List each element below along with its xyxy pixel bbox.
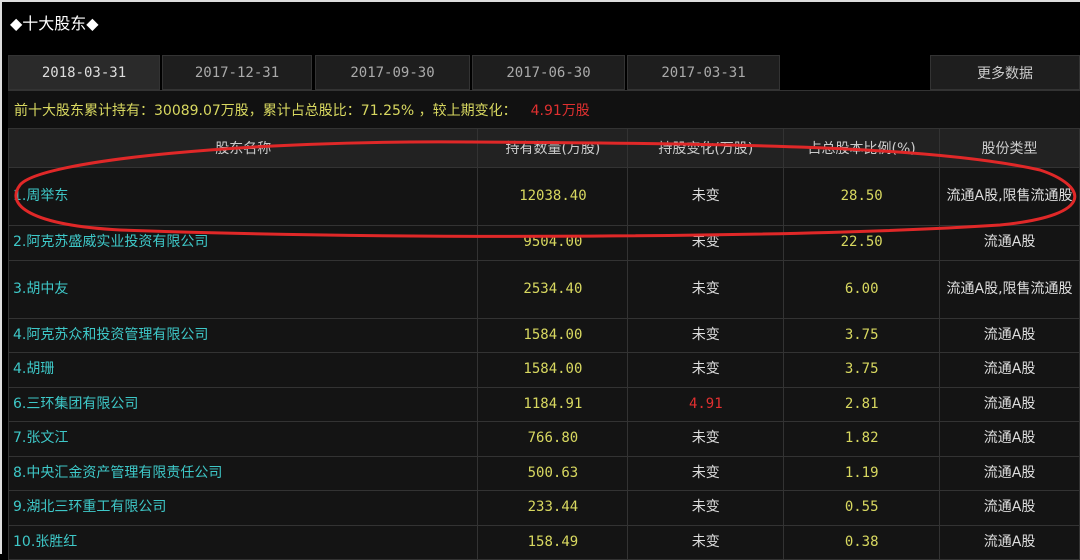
table-header: 股东名称 持有数量(万股) 持股变化(万股) 占总股本比例(%) 股份类型 [7,128,1080,168]
table-row[interactable]: 9.湖北三环重工有限公司 233.44 未变 0.55 流通A股 [7,490,1080,526]
shareholder-name: 10.张胜红 [7,524,479,560]
tab-2017-12-31[interactable]: 2017-12-31 [162,55,312,90]
shareholder-name: 8.中央汇金资产管理有限责任公司 [7,455,479,491]
share-ratio: 3.75 [783,352,941,388]
col-type[interactable]: 股份类型 [939,128,1080,168]
table-row[interactable]: 8.中央汇金资产管理有限责任公司 500.63 未变 1.19 流通A股 [7,455,1080,491]
holding-change: 未变 [627,455,785,491]
col-holding[interactable]: 持有数量(万股) [477,128,629,168]
holding-change: 未变 [627,421,785,457]
share-ratio: 3.75 [783,317,941,353]
holding-change: 4.91 [627,386,785,422]
shareholder-name: 2.阿克苏盛威实业投资有限公司 [7,225,479,261]
share-type: 流通A股 [939,455,1080,491]
share-type: 流通A股 [939,386,1080,422]
share-type: 流通A股 [939,225,1080,261]
holding-change: 未变 [627,317,785,353]
more-data-button[interactable]: 更多数据 [930,55,1080,90]
tab-2017-09-30[interactable]: 2017-09-30 [315,55,470,90]
share-ratio: 28.50 [783,167,941,226]
table-row[interactable]: 2.阿克苏盛威实业投资有限公司 9504.00 未变 22.50 流通A股 [7,225,1080,261]
share-type: 流通A股,限售流通股 [939,259,1080,319]
col-name[interactable]: 股东名称 [7,128,479,168]
holding-amount: 12038.40 [477,167,629,226]
shareholders-table: 股东名称 持有数量(万股) 持股变化(万股) 占总股本比例(%) 股份类型 1.… [7,128,1080,560]
share-type: 流通A股,限售流通股 [939,167,1080,226]
share-type: 流通A股 [939,317,1080,353]
date-tabs: 2018-03-31 2017-12-31 2017-09-30 2017-06… [8,55,1080,90]
share-ratio: 22.50 [783,225,941,261]
share-ratio: 0.38 [783,524,941,560]
holding-amount: 1184.91 [477,386,629,422]
table-row[interactable]: 10.张胜红 158.49 未变 0.38 流通A股 [7,524,1080,560]
shareholder-name: 7.张文江 [7,421,479,457]
panel-title: ◆十大股东◆ [10,14,99,33]
holding-change: 未变 [627,225,785,261]
shareholder-name: 1.周举东 [7,167,479,226]
share-type: 流通A股 [939,490,1080,526]
holding-amount: 1584.00 [477,352,629,388]
summary-bar: 前十大股东累计持有：30089.07万股，累计占总股比：71.25% ，较上期变… [8,90,1080,128]
holding-amount: 1584.00 [477,317,629,353]
holding-amount: 158.49 [477,524,629,560]
holding-change: 未变 [627,352,785,388]
holding-amount: 233.44 [477,490,629,526]
shareholder-name: 6.三环集团有限公司 [7,386,479,422]
share-ratio: 2.81 [783,386,941,422]
table-row[interactable]: 1.周举东 12038.40 未变 28.50 流通A股,限售流通股 [7,167,1080,226]
holding-change: 未变 [627,490,785,526]
shareholder-name: 4.阿克苏众和投资管理有限公司 [7,317,479,353]
tab-2017-03-31[interactable]: 2017-03-31 [627,55,780,90]
holding-change: 未变 [627,259,785,319]
share-ratio: 1.19 [783,455,941,491]
summary-text: 前十大股东累计持有：30089.07万股，累计占总股比：71.25% ，较上期变… [14,102,517,119]
summary-change: 4.91万股 [530,102,590,119]
holding-change: 未变 [627,524,785,560]
shareholder-name: 4.胡珊 [7,352,479,388]
table-row[interactable]: 4.胡珊 1584.00 未变 3.75 流通A股 [7,352,1080,388]
share-ratio: 0.55 [783,490,941,526]
col-change[interactable]: 持股变化(万股) [627,128,785,168]
share-type: 流通A股 [939,421,1080,457]
table-row[interactable]: 6.三环集团有限公司 1184.91 4.91 2.81 流通A股 [7,386,1080,422]
holding-amount: 500.63 [477,455,629,491]
holding-amount: 766.80 [477,421,629,457]
holding-amount: 2534.40 [477,259,629,319]
tab-2018-03-31[interactable]: 2018-03-31 [8,55,160,90]
table-row[interactable]: 3.胡中友 2534.40 未变 6.00 流通A股,限售流通股 [7,259,1080,319]
shareholder-name: 9.湖北三环重工有限公司 [7,490,479,526]
share-ratio: 1.82 [783,421,941,457]
share-ratio: 6.00 [783,259,941,319]
share-type: 流通A股 [939,352,1080,388]
col-ratio[interactable]: 占总股本比例(%) [783,128,941,168]
tab-2017-06-30[interactable]: 2017-06-30 [472,55,625,90]
share-type: 流通A股 [939,524,1080,560]
shareholder-name: 3.胡中友 [7,259,479,319]
holding-change: 未变 [627,167,785,226]
holding-amount: 9504.00 [477,225,629,261]
table-row[interactable]: 7.张文江 766.80 未变 1.82 流通A股 [7,421,1080,457]
table-row[interactable]: 4.阿克苏众和投资管理有限公司 1584.00 未变 3.75 流通A股 [7,317,1080,353]
